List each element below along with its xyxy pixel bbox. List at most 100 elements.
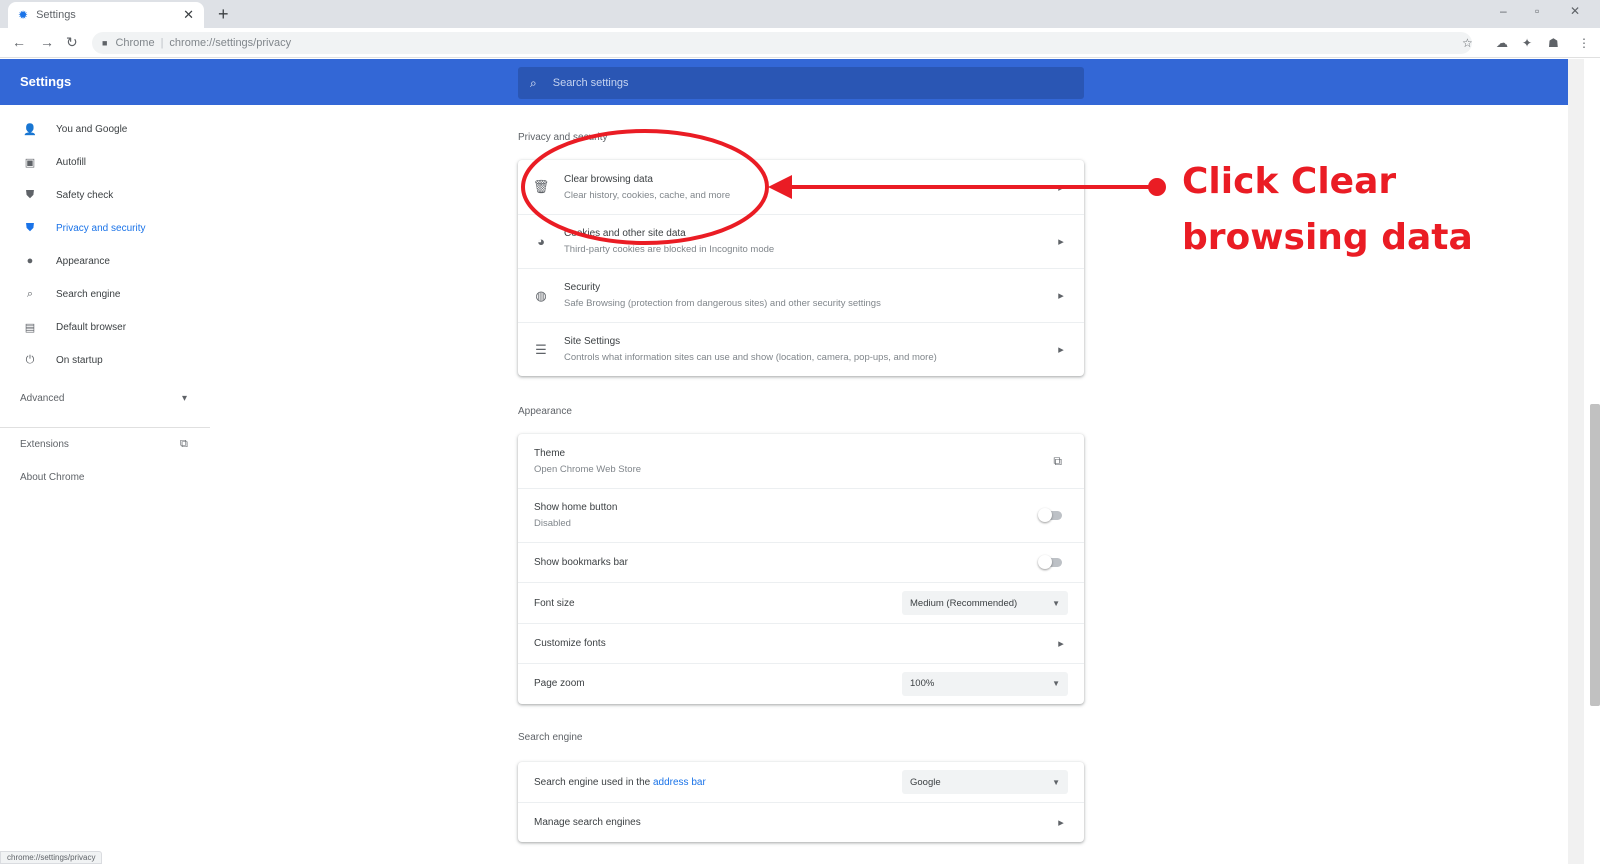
- window-close-icon[interactable]: ✕: [1570, 4, 1580, 18]
- scrollbar-thumb[interactable]: [1590, 404, 1600, 706]
- maximize-icon[interactable]: ▫: [1535, 4, 1539, 18]
- font-size-select[interactable]: Medium (Recommended) ▼: [902, 591, 1068, 615]
- chevron-right-icon: ▸: [1058, 817, 1064, 829]
- search-engine-section-title: Search engine: [518, 732, 583, 743]
- search-engine-select[interactable]: Google ▼: [902, 770, 1068, 794]
- sidebar-advanced[interactable]: Advanced: [20, 393, 64, 404]
- select-value: Medium (Recommended): [910, 597, 1018, 609]
- cookies-row[interactable]: ◕ Cookies and other site data Third-part…: [518, 214, 1084, 268]
- row-subtitle: Safe Browsing (protection from dangerous…: [564, 298, 881, 309]
- sidebar-item-on-startup[interactable]: ⏻ On startup: [22, 350, 103, 370]
- annotation-line-2: browsing data: [1182, 217, 1473, 258]
- sidebar-item-label: On startup: [56, 354, 103, 366]
- gear-icon: ✹: [18, 8, 29, 22]
- row-subtitle: Controls what information sites can use …: [564, 352, 937, 363]
- close-icon[interactable]: ✕: [183, 7, 194, 23]
- chevron-right-icon: ▸: [1058, 236, 1064, 248]
- page-zoom-select[interactable]: 100% ▼: [902, 671, 1068, 696]
- address-bar[interactable]: ■ Chrome | chrome://settings/privacy: [92, 32, 1472, 54]
- annotation-line-1: Click Clear: [1182, 161, 1397, 202]
- shield-icon: ⛊: [25, 221, 35, 234]
- sidebar-item-label: Appearance: [56, 255, 110, 267]
- autofill-icon: ▣: [24, 156, 36, 169]
- search-settings-input[interactable]: ⌕ Search settings: [518, 67, 1084, 99]
- search-placeholder: Search settings: [552, 77, 629, 89]
- omnibox-site: Chrome: [115, 37, 155, 49]
- open-in-new-icon[interactable]: ⧉: [1053, 454, 1062, 469]
- sidebar-about-chrome[interactable]: About Chrome: [20, 472, 84, 483]
- row-subtitle: Clear history, cookies, cache, and more: [564, 189, 731, 201]
- sidebar-item-privacy-and-security[interactable]: ⛊ Privacy and security: [22, 218, 146, 238]
- sidebar-item-safety-check[interactable]: ⛊ Safety check: [22, 185, 113, 205]
- reload-icon[interactable]: ↻: [66, 34, 78, 51]
- show-bookmarks-bar-row[interactable]: Show bookmarks bar: [518, 542, 1084, 582]
- status-url-bubble: chrome://settings/privacy: [0, 851, 103, 864]
- sidebar-item-default-browser[interactable]: ▤ Default browser: [22, 317, 126, 337]
- sidebar-item-you-and-google[interactable]: 👤 You and Google: [22, 119, 127, 139]
- shield-check-icon: ⛊: [25, 188, 35, 201]
- omnibox-separator: |: [160, 37, 164, 49]
- row-subtitle: Disabled: [534, 518, 571, 529]
- customize-fonts-row[interactable]: Customize fonts ▸: [518, 623, 1084, 663]
- row-title: Manage search engines: [534, 817, 641, 828]
- open-in-new-icon[interactable]: ⧉: [180, 438, 188, 451]
- sidebar-item-label: You and Google: [56, 123, 128, 135]
- sidebar-item-autofill[interactable]: ▣ Autofill: [22, 152, 86, 172]
- site-settings-row[interactable]: ☰ Site Settings Controls what informatio…: [518, 322, 1084, 376]
- dropdown-arrow-icon: ▼: [1052, 777, 1060, 787]
- trash-icon: 🗑: [532, 179, 550, 194]
- browser-toolbar: ← → ↻ ■ Chrome | chrome://settings/priva…: [0, 28, 1600, 58]
- chevron-right-icon: ▸: [1058, 181, 1064, 194]
- page-title: Settings: [20, 74, 72, 89]
- sidebar-divider: [0, 427, 210, 428]
- sidebar-extensions[interactable]: Extensions: [20, 439, 69, 450]
- bookmarks-bar-toggle[interactable]: [1038, 555, 1062, 569]
- sidebar-item-label: Privacy and security: [56, 222, 146, 234]
- address-bar-link[interactable]: address bar: [653, 777, 706, 788]
- tab-settings[interactable]: ✹ Settings ✕: [8, 2, 204, 28]
- search-engine-label: Search engine used in the: [534, 776, 651, 788]
- omnibox-url: chrome://settings/privacy: [169, 37, 292, 49]
- minimize-icon[interactable]: –: [1500, 4, 1507, 18]
- site-info-icon[interactable]: ■: [102, 38, 107, 48]
- cloud-icon[interactable]: ☁: [1496, 36, 1508, 50]
- power-icon: ⏻: [25, 353, 35, 366]
- search-engine-card: Search engine used in the address bar Go…: [518, 762, 1084, 842]
- star-icon[interactable]: ☆: [1462, 36, 1473, 50]
- row-title: Customize fonts: [534, 638, 606, 649]
- settings-header: Settings ⌕ Search settings: [0, 59, 1568, 105]
- dropdown-arrow-icon: ▼: [1052, 598, 1060, 608]
- annotation-dot: [1148, 178, 1166, 196]
- show-home-button-row[interactable]: Show home button Disabled: [518, 488, 1084, 542]
- manage-search-engines-row[interactable]: Manage search engines ▸: [518, 802, 1084, 842]
- puzzle-icon[interactable]: ✦: [1522, 36, 1532, 50]
- row-title: Site Settings: [564, 336, 621, 347]
- back-icon[interactable]: ←: [12, 34, 26, 50]
- palette-icon: ●: [26, 255, 34, 267]
- row-title: Show home button: [534, 502, 618, 513]
- clear-browsing-data-row[interactable]: 🗑 Clear browsing data Clear history, coo…: [518, 160, 1084, 214]
- sliders-icon: ☰: [535, 341, 547, 357]
- search-icon: ⌕: [530, 75, 537, 90]
- sidebar-item-label: Autofill: [56, 156, 87, 168]
- chevron-right-icon: ▸: [1058, 344, 1064, 356]
- sidebar-item-appearance[interactable]: ● Appearance: [22, 251, 110, 271]
- scrollbar-track[interactable]: [1568, 59, 1584, 864]
- security-row[interactable]: ◍ Security Safe Browsing (protection fro…: [518, 268, 1084, 322]
- row-title: Search engine used in the address bar: [534, 777, 902, 788]
- font-size-row: Font size Medium (Recommended) ▼: [518, 582, 1084, 623]
- sidebar: 👤 You and Google ▣ Autofill ⛊ Safety che…: [0, 105, 210, 845]
- profile-icon[interactable]: ☗: [1548, 36, 1559, 50]
- row-title: Font size: [534, 597, 575, 609]
- theme-row[interactable]: Theme Open Chrome Web Store ⧉: [518, 434, 1084, 488]
- tab-title: Settings: [36, 9, 76, 21]
- row-subtitle: Third-party cookies are blocked in Incog…: [564, 244, 775, 255]
- new-tab-button[interactable]: +: [218, 4, 229, 24]
- home-button-toggle[interactable]: [1038, 508, 1062, 522]
- sidebar-item-label: Default browser: [56, 321, 127, 333]
- forward-icon[interactable]: →: [40, 34, 54, 50]
- sidebar-item-search-engine[interactable]: ⌕ Search engine: [22, 284, 121, 304]
- chevron-down-icon[interactable]: ▾: [182, 393, 187, 404]
- menu-icon[interactable]: ⋮: [1578, 36, 1590, 50]
- dropdown-arrow-icon: ▼: [1052, 679, 1060, 688]
